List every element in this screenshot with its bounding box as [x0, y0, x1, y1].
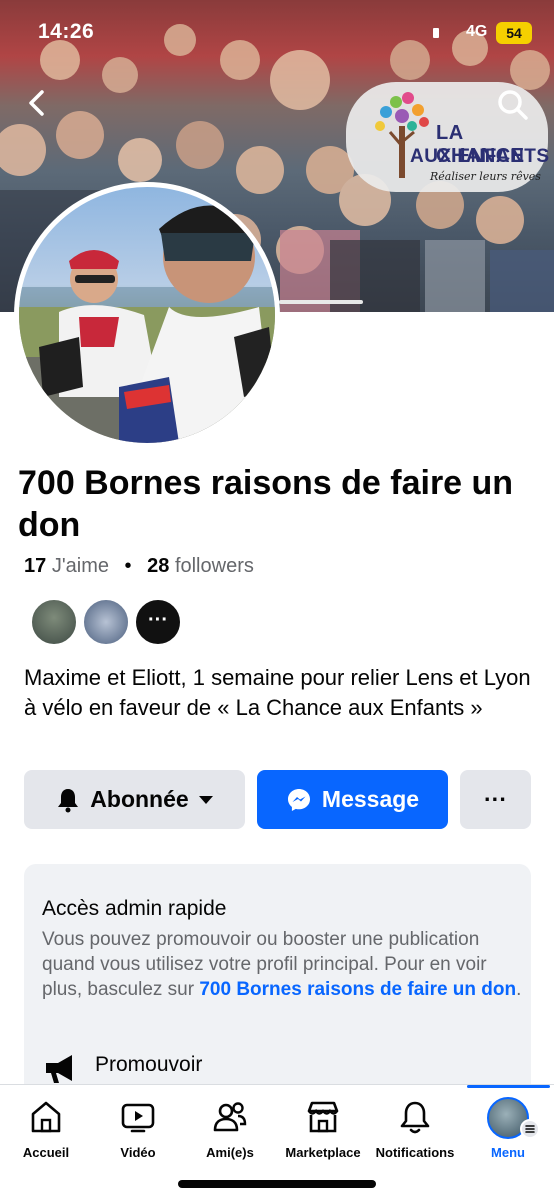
- tab-video[interactable]: Vidéo: [92, 1085, 184, 1175]
- signal-icon: [433, 28, 439, 38]
- battery-level: 54: [496, 22, 532, 44]
- likes-label[interactable]: J'aime: [52, 555, 109, 577]
- status-bar: 14:26 4G 54: [0, 0, 554, 64]
- friend-avatar[interactable]: [82, 598, 130, 646]
- friends-icon: [213, 1102, 247, 1132]
- video-icon: [121, 1103, 155, 1133]
- tab-label: Menu: [491, 1145, 525, 1160]
- stats-separator: •: [124, 555, 132, 577]
- tab-label: Ami(e)s: [206, 1145, 254, 1160]
- search-icon: [498, 90, 528, 120]
- profile-photo-cyclists: [19, 205, 275, 443]
- followers-count[interactable]: 28: [147, 555, 169, 577]
- message-button-label: Message: [321, 786, 420, 812]
- profile-picture[interactable]: [14, 182, 280, 448]
- tab-label: Notifications: [375, 1145, 455, 1160]
- likes-count[interactable]: 17: [24, 555, 46, 577]
- bell-icon: [58, 788, 79, 812]
- admin-card-text-end: .: [516, 979, 522, 1000]
- more-options-button[interactable]: ···: [460, 770, 531, 829]
- admin-card-title: Accès admin rapide: [42, 897, 227, 920]
- tab-label: Accueil: [22, 1145, 70, 1160]
- tab-marketplace[interactable]: Marketplace: [277, 1085, 369, 1175]
- logo-tagline: Réaliser leurs rêves: [430, 170, 541, 183]
- tab-label: Marketplace: [285, 1145, 361, 1160]
- logo-text-line2: AUX ENFANTS: [410, 146, 550, 167]
- tab-notifications[interactable]: Notifications: [369, 1085, 461, 1175]
- network-type: 4G: [466, 23, 488, 40]
- megaphone-icon: [46, 1055, 72, 1083]
- page-title: 700 Bornes raisons de faire un don: [18, 464, 514, 544]
- home-indicator: [178, 1180, 376, 1188]
- more-options-icon: ···: [484, 786, 507, 812]
- switch-profile-link[interactable]: 700 Bornes raisons de faire un don: [199, 979, 516, 1000]
- promote-button[interactable]: Promouvoir: [95, 1053, 202, 1077]
- page-stats: 17 J'aime • 28 followers: [24, 555, 254, 578]
- back-button[interactable]: [18, 84, 56, 122]
- messenger-icon: [287, 788, 310, 811]
- cover-carousel-indicator: [279, 300, 363, 304]
- admin-card-description: Vous pouvez promouvoir ou booster une pu…: [42, 927, 522, 1002]
- message-button[interactable]: Message: [257, 770, 448, 829]
- marketplace-icon: [307, 1101, 339, 1133]
- tab-home[interactable]: Accueil: [0, 1085, 92, 1175]
- tab-menu[interactable]: Menu: [462, 1085, 554, 1175]
- hamburger-menu-icon: [520, 1119, 540, 1139]
- followers-label[interactable]: followers: [175, 555, 254, 577]
- following-button-label: Abonnée: [90, 786, 189, 812]
- page-bio: Maxime et Eliott, 1 semaine pour relier …: [24, 665, 531, 720]
- search-button[interactable]: [494, 86, 532, 124]
- following-button[interactable]: Abonnée: [24, 770, 245, 829]
- tab-friends[interactable]: Ami(e)s: [184, 1085, 276, 1175]
- chevron-left-icon: [29, 90, 44, 116]
- friend-avatar[interactable]: [30, 598, 78, 646]
- more-friends-avatar[interactable]: ···: [134, 598, 182, 646]
- status-time: 14:26: [38, 20, 95, 43]
- home-icon: [31, 1101, 61, 1133]
- tab-label: Vidéo: [120, 1145, 156, 1160]
- chevron-down-icon: [198, 795, 213, 804]
- bell-icon: [400, 1101, 430, 1134]
